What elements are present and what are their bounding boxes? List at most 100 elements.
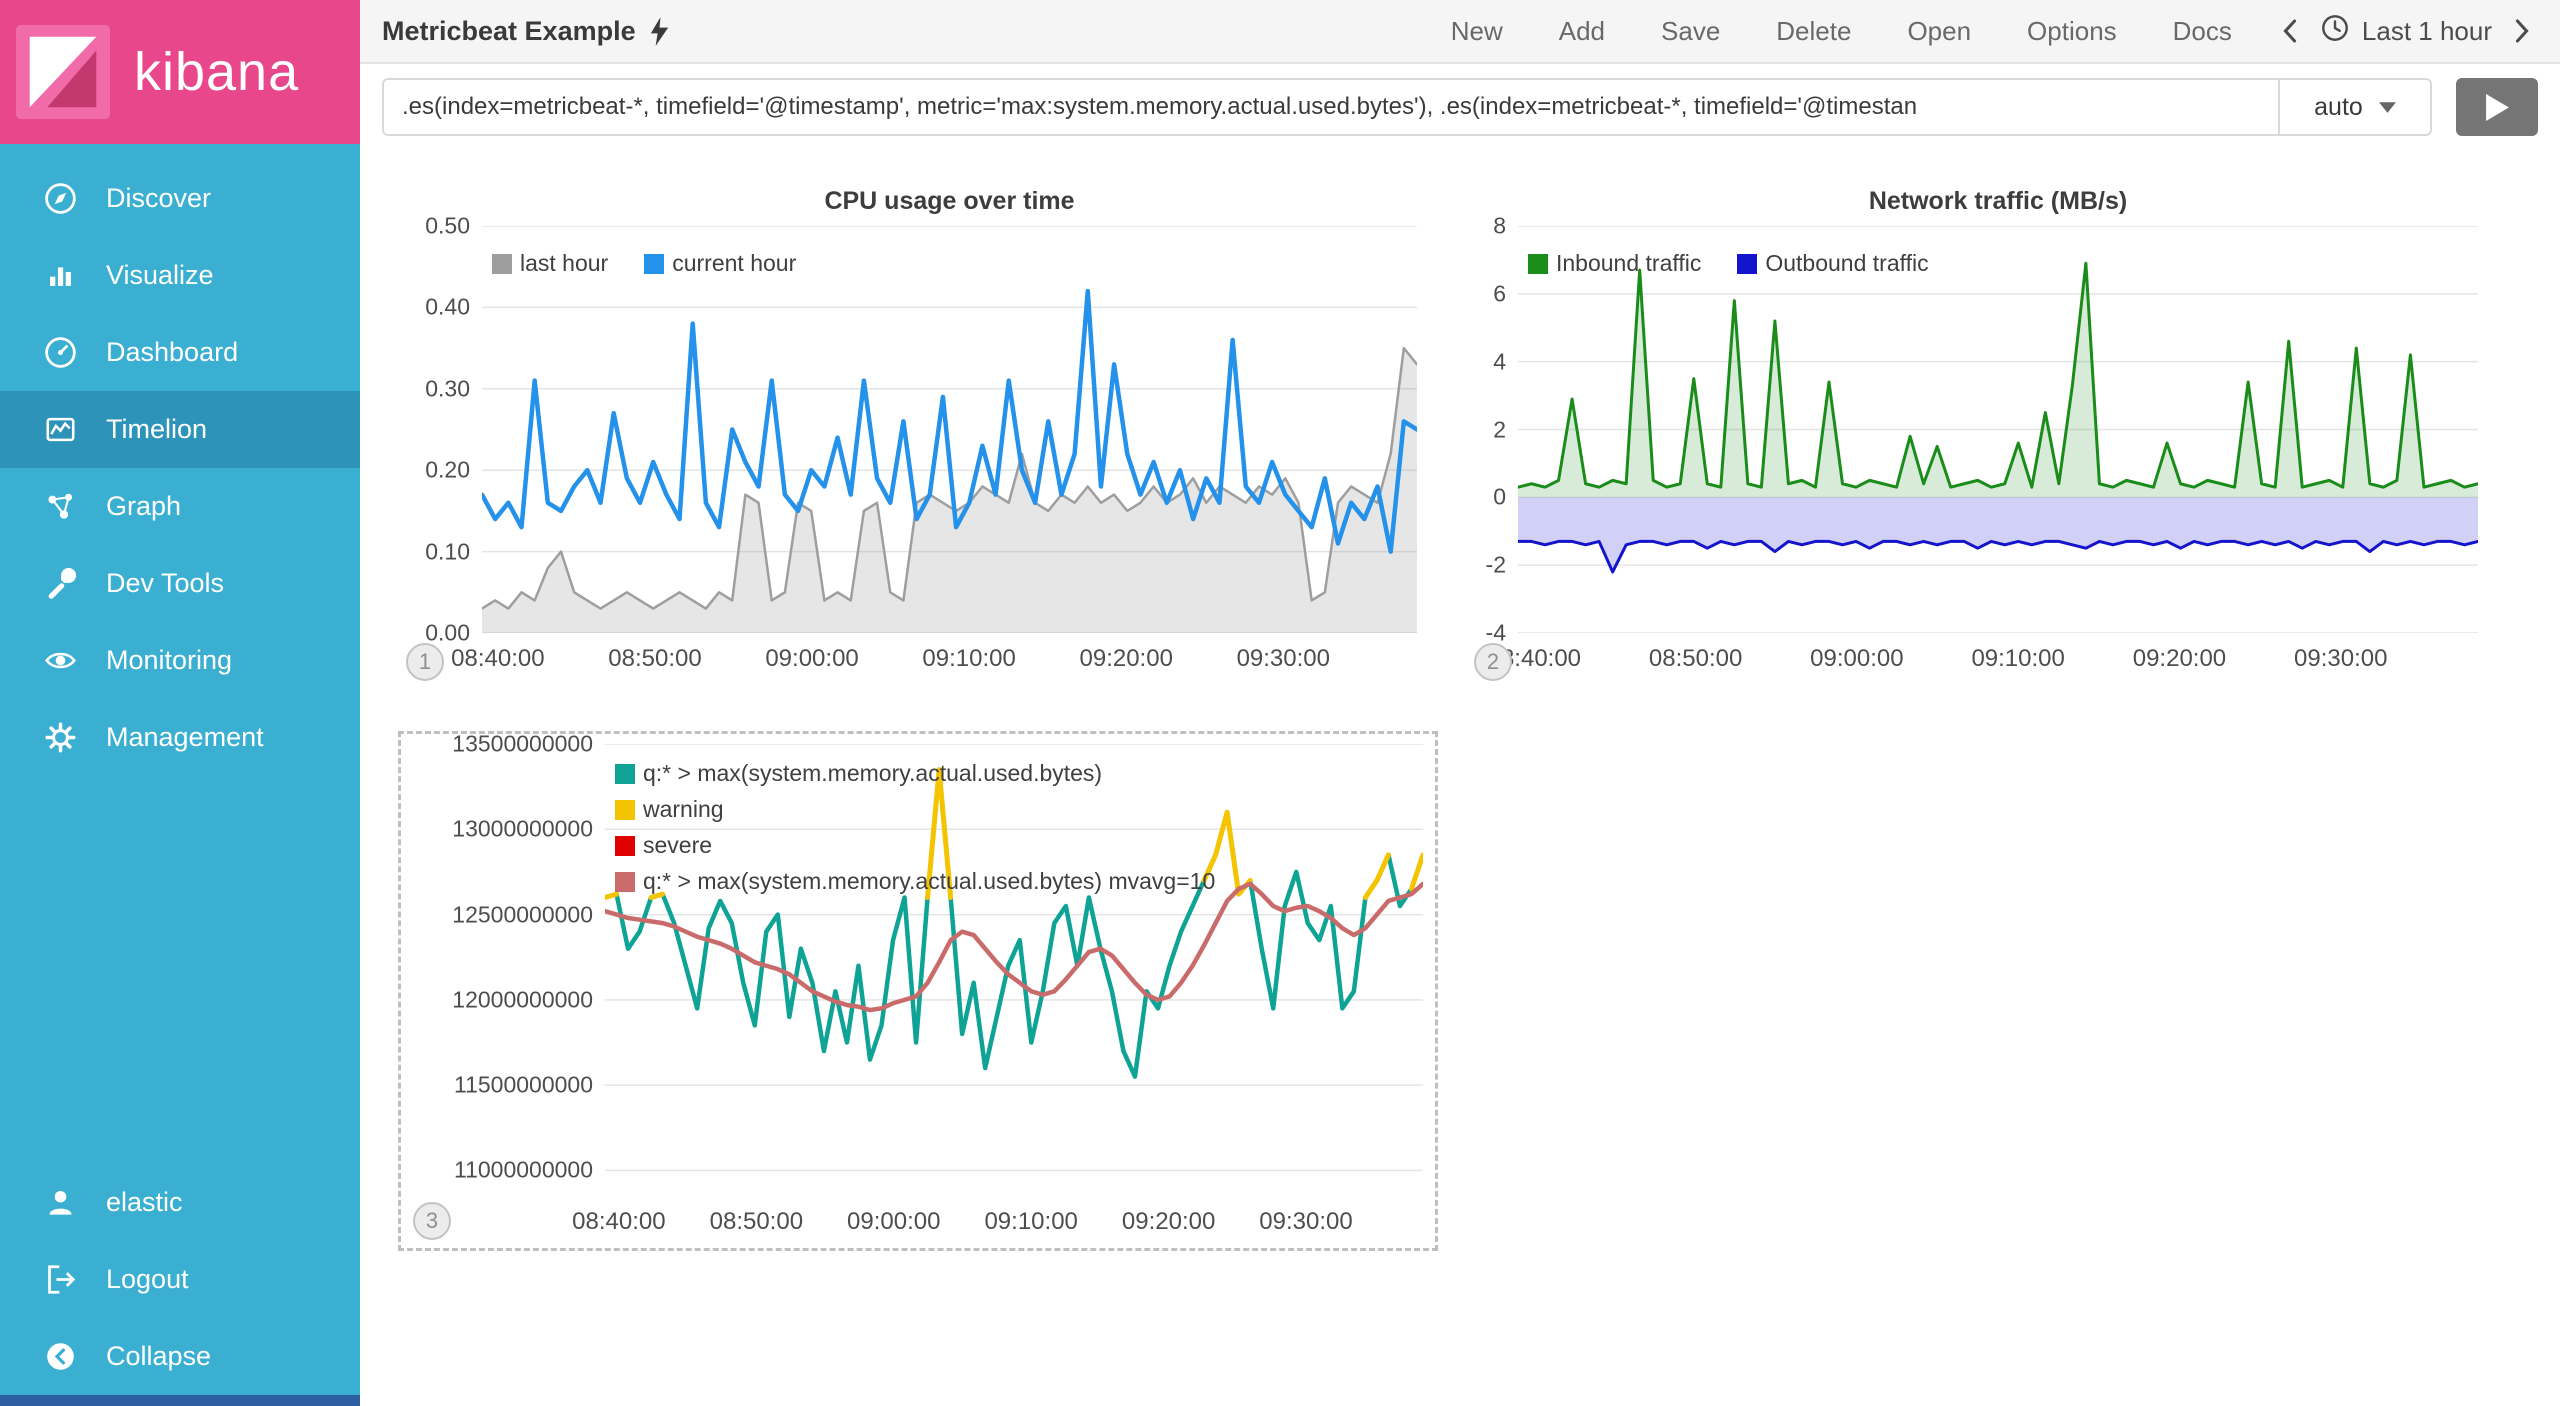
interval-value: auto: [2314, 93, 2363, 122]
sidebar-item-collapse[interactable]: Collapse: [0, 1318, 360, 1395]
y-tick-label: 13000000000: [452, 816, 593, 843]
eye-icon: [42, 642, 79, 679]
legend-item[interactable]: warning: [615, 796, 1215, 823]
menu-item-options[interactable]: Options: [2027, 16, 2117, 47]
plot-area[interactable]: last hour current hour: [482, 226, 1417, 633]
time-picker-label: Last 1 hour: [2362, 16, 2492, 47]
legend-swatch: [615, 836, 635, 856]
legend-item[interactable]: q:* > max(system.memory.actual.used.byte…: [615, 760, 1215, 787]
topbar: Metricbeat Example NewAddSaveDeleteOpenO…: [360, 0, 2560, 64]
x-tick-label: 09:00:00: [765, 645, 858, 673]
legend-swatch: [492, 254, 512, 274]
kibana-logo-icon: [16, 25, 110, 119]
chart-badge: 2: [1474, 643, 1512, 681]
menu-item-new[interactable]: New: [1451, 16, 1503, 47]
query-group: auto: [382, 78, 2432, 136]
x-tick-label: 09:10:00: [984, 1208, 1077, 1236]
legend-label: last hour: [520, 250, 608, 277]
timelion-query-input[interactable]: [384, 80, 2278, 134]
bar-chart-icon: [42, 257, 79, 294]
y-axis-labels: 86420-2-4: [1468, 226, 1518, 633]
play-icon: [2486, 94, 2509, 121]
sidebar-item-label: Visualize: [106, 260, 214, 291]
run-query-button[interactable]: [2456, 78, 2538, 136]
sidebar-footer: elastic Logout Collapse: [0, 1164, 360, 1395]
user-icon: [42, 1184, 79, 1221]
sidebar-nav: Discover Visualize Dashboard Timelion Graph D…: [0, 160, 360, 776]
y-tick-label: 12000000000: [452, 986, 593, 1013]
kibana-logo[interactable]: kibana: [0, 0, 360, 144]
sidebar-item-logout[interactable]: Logout: [0, 1241, 360, 1318]
chart-title: Network traffic (MB/s): [1518, 180, 2478, 226]
legend-label: current hour: [672, 250, 796, 277]
plot-area[interactable]: q:* > max(system.memory.actual.used.byte…: [605, 744, 1423, 1196]
legend-swatch: [615, 800, 635, 820]
menu-item-delete[interactable]: Delete: [1776, 16, 1851, 47]
legend-item[interactable]: Outbound traffic: [1737, 250, 1928, 277]
sidebar-item-elastic[interactable]: elastic: [0, 1164, 360, 1241]
y-tick-label: 0.00: [425, 620, 470, 647]
y-tick-label: 0.50: [425, 213, 470, 240]
y-tick-label: 0.40: [425, 294, 470, 321]
main-area: Metricbeat Example NewAddSaveDeleteOpenO…: [360, 0, 2560, 1406]
y-tick-label: 4: [1493, 348, 1506, 375]
y-tick-label: 11500000000: [454, 1072, 593, 1099]
y-tick-label: 6: [1493, 280, 1506, 307]
sidebar-item-discover[interactable]: Discover: [0, 160, 360, 237]
sidebar-item-label: Graph: [106, 491, 181, 522]
x-tick-label: 09:00:00: [847, 1208, 940, 1236]
x-tick-label: 09:20:00: [1122, 1208, 1215, 1236]
collapse-circle-icon: [42, 1338, 79, 1375]
legend-swatch: [615, 764, 635, 784]
time-back-icon[interactable]: [2272, 16, 2308, 46]
legend-label: warning: [643, 796, 724, 823]
legend-swatch: [644, 254, 664, 274]
sidebar-item-dashboard[interactable]: Dashboard: [0, 314, 360, 391]
sidebar-bottom-strip: [0, 1395, 360, 1406]
legend-label: q:* > max(system.memory.actual.used.byte…: [643, 760, 1102, 787]
legend-item[interactable]: last hour: [492, 250, 608, 277]
chart-cpu-usage: CPU usage over time 0.500.400.300.200.10…: [400, 180, 1417, 681]
time-forward-icon[interactable]: [2504, 16, 2540, 46]
legend-item[interactable]: q:* > max(system.memory.actual.used.byte…: [615, 868, 1215, 895]
y-tick-label: 2: [1493, 416, 1506, 443]
y-tick-label: 13500000000: [452, 731, 593, 758]
x-tick-label: 09:30:00: [2294, 645, 2387, 673]
y-tick-label: 12500000000: [452, 901, 593, 928]
menu-item-open[interactable]: Open: [1907, 16, 1971, 47]
x-axis-labels: 08:40:0008:50:0009:00:0009:10:0009:20:00…: [605, 1196, 1423, 1244]
gauge-icon: [42, 334, 79, 371]
menu-item-save[interactable]: Save: [1661, 16, 1720, 47]
query-row: auto: [360, 64, 2560, 148]
sidebar-item-monitoring[interactable]: Monitoring: [0, 622, 360, 699]
clock-icon: [2320, 13, 2350, 50]
sidebar-item-dev-tools[interactable]: Dev Tools: [0, 545, 360, 622]
sidebar-item-visualize[interactable]: Visualize: [0, 237, 360, 314]
sidebar-item-label: Timelion: [106, 414, 207, 445]
x-axis-labels: 08:40:0008:50:0009:00:0009:10:0009:20:00…: [482, 633, 1417, 681]
y-tick-label: 8: [1493, 213, 1506, 240]
x-axis-labels: 08:40:0008:50:0009:00:0009:10:0009:20:00…: [1518, 633, 2478, 681]
sidebar-item-label: Logout: [106, 1264, 189, 1295]
plot-area[interactable]: Inbound traffic Outbound traffic: [1518, 226, 2478, 633]
logout-icon: [42, 1261, 79, 1298]
sidebar-item-management[interactable]: Management: [0, 699, 360, 776]
legend-item[interactable]: current hour: [644, 250, 796, 277]
chart-memory-used[interactable]: 13500000000 13000000000 12500000000 1200000…: [398, 731, 1438, 1251]
graph-icon: [42, 488, 79, 525]
interval-select[interactable]: auto: [2280, 80, 2430, 134]
sidebar-item-timelion[interactable]: Timelion: [0, 391, 360, 468]
chart-network-traffic: Network traffic (MB/s) 86420-2-4 Inbound…: [1468, 180, 2478, 681]
chart-title: CPU usage over time: [482, 180, 1417, 226]
legend-item[interactable]: severe: [615, 832, 1215, 859]
time-picker[interactable]: Last 1 hour: [2320, 13, 2492, 50]
sidebar-item-label: elastic: [106, 1187, 183, 1218]
sidebar-item-label: Dev Tools: [106, 568, 224, 599]
gear-icon: [42, 719, 79, 756]
menu-item-add[interactable]: Add: [1559, 16, 1605, 47]
sidebar-item-graph[interactable]: Graph: [0, 468, 360, 545]
menu-item-docs[interactable]: Docs: [2173, 16, 2232, 47]
bolt-icon: [648, 16, 671, 47]
legend-label: Outbound traffic: [1765, 250, 1928, 277]
legend-item[interactable]: Inbound traffic: [1528, 250, 1701, 277]
